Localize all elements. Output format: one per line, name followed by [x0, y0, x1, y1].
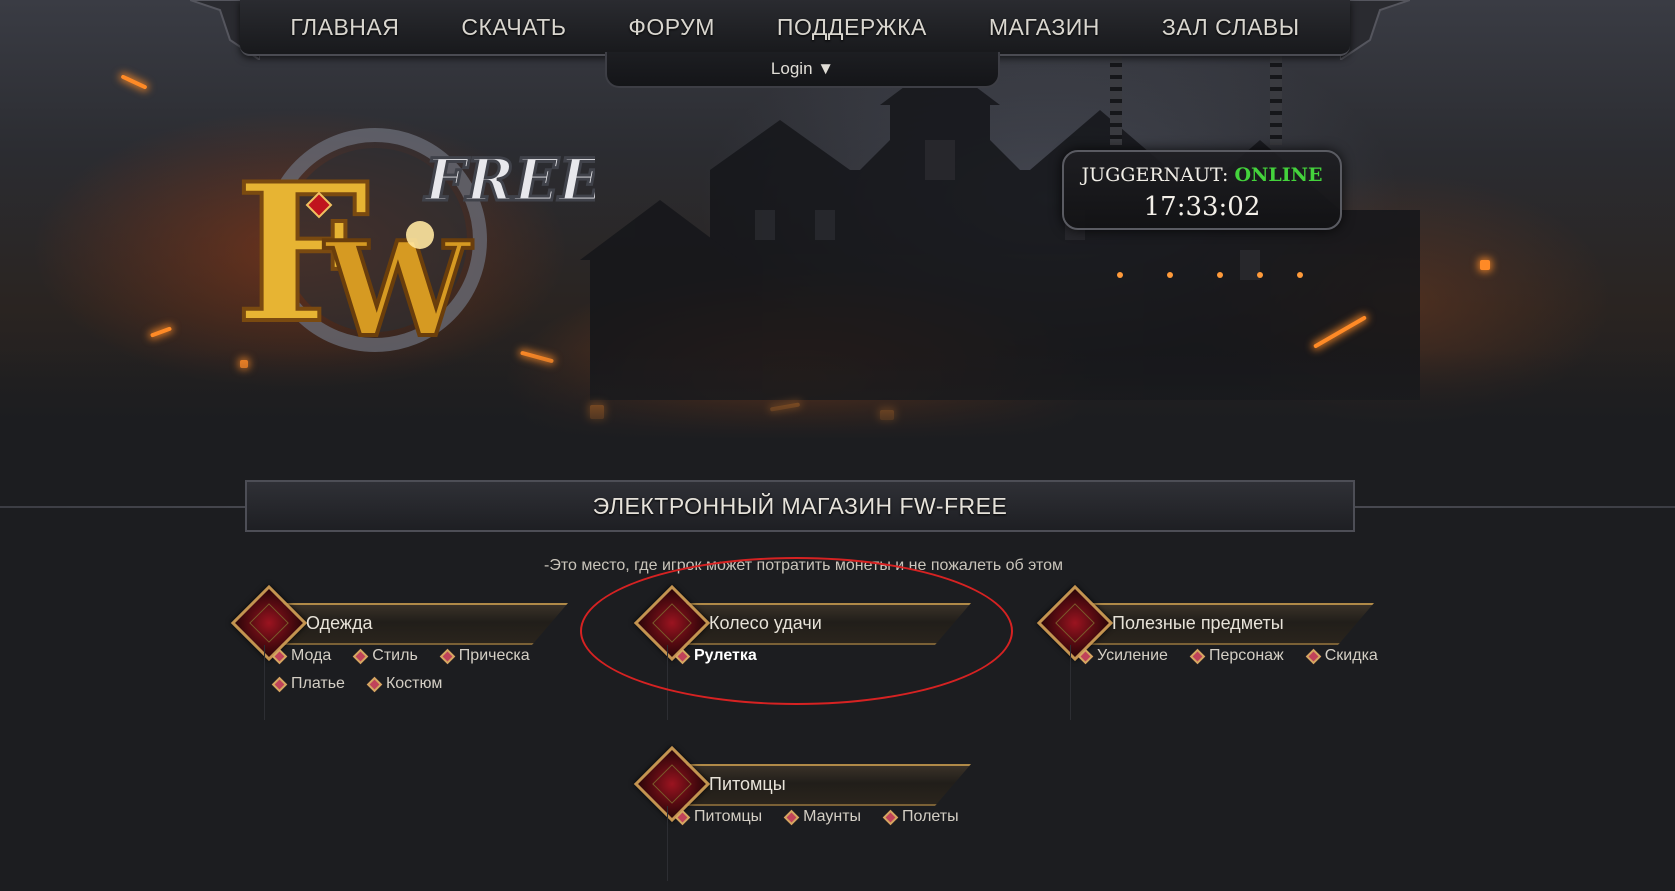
nav-hall-of-fame[interactable]: ЗАЛ СЛАВЫ [1162, 14, 1300, 41]
diamond-bullet-icon [271, 676, 288, 692]
link-label: Скидка [1324, 647, 1378, 664]
diamond-bullet-icon [882, 809, 899, 825]
shop-title: ЭЛЕКТРОННЫЙ МАГАЗИН FW-FREE [592, 493, 1008, 519]
main-nav: ГЛАВНАЯ СКАЧАТЬ ФОРУМ ПОДДЕРЖКА МАГАЗИН … [240, 0, 1350, 56]
link-enhancement[interactable]: Усиление [1077, 647, 1168, 665]
nav-home[interactable]: ГЛАВНАЯ [290, 14, 399, 41]
chain [1110, 55, 1122, 145]
link-roulette[interactable]: Рулетка [674, 647, 757, 665]
server-name: JUGGERNAUT: [1081, 164, 1229, 186]
category-pets: Питомцы Питомцы Маунты Полеты [633, 745, 999, 881]
diamond-bullet-icon [271, 648, 288, 664]
category-title[interactable]: Полезные предметы [1112, 613, 1284, 634]
diamond-bullet-icon [439, 648, 456, 664]
diamond-bullet-icon [674, 648, 691, 664]
category-wheel-of-fortune: Колесо удачи Рулетка [633, 584, 999, 720]
svg-text:FREE: FREE [423, 146, 595, 214]
banner-plate: ЭЛЕКТРОННЫЙ МАГАЗИН FW-FREE [245, 480, 1355, 532]
diamond-bullet-icon [1305, 648, 1322, 664]
diamond-bullet-icon [1189, 648, 1206, 664]
link-label: Стиль [372, 647, 418, 664]
category-links: Питомцы Маунты Полеты [674, 808, 987, 826]
link-label: Персонаж [1208, 647, 1284, 664]
fw-free-logo: F W FREE [233, 128, 595, 368]
category-links: Мода Стиль Прическа Платье Костюм [271, 647, 584, 693]
link-label: Платье [291, 675, 345, 692]
nav-support[interactable]: ПОДДЕРЖКА [777, 14, 927, 41]
link-label: Рулетка [694, 647, 757, 664]
server-status-line: JUGGERNAUT: ONLINE [1064, 164, 1340, 186]
ember [590, 405, 604, 419]
login-dropdown[interactable]: Login ▼ [771, 59, 834, 79]
link-costume[interactable]: Костюм [366, 675, 443, 693]
ember [240, 360, 248, 368]
ember [120, 74, 148, 90]
nav-download[interactable]: СКАЧАТЬ [461, 14, 566, 41]
diamond-bullet-icon [783, 809, 800, 825]
castle-illustration [580, 60, 1420, 400]
link-label: Полеты [902, 808, 959, 825]
nav-shop[interactable]: МАГАЗИН [989, 14, 1100, 41]
login-bar: Login ▼ [605, 52, 1000, 88]
category-clothing: Одежда Мода Стиль Прическа Платье Костюм [230, 584, 596, 720]
diamond-bullet-icon [366, 676, 383, 692]
category-useful-items: Полезные предметы Усиление Персонаж Скид… [1036, 584, 1402, 720]
svg-text:W: W [323, 213, 473, 366]
diamond-bullet-icon [674, 809, 691, 825]
link-hairstyle[interactable]: Прическа [439, 647, 530, 665]
ember [520, 350, 554, 364]
link-label: Маунты [803, 808, 862, 825]
link-character[interactable]: Персонаж [1189, 647, 1284, 665]
diamond-bullet-icon [353, 648, 369, 664]
ember [149, 326, 173, 338]
shop-banner: ЭЛЕКТРОННЫЙ МАГАЗИН FW-FREE [0, 480, 1675, 534]
server-time: 17:33:02 [1143, 192, 1261, 222]
link-label: Мода [291, 647, 332, 664]
link-discount[interactable]: Скидка [1305, 647, 1378, 665]
link-flights[interactable]: Полеты [882, 808, 959, 826]
server-online-status: ONLINE [1234, 164, 1323, 186]
nav-ornament-right [1340, 0, 1410, 60]
link-label: Усиление [1097, 647, 1168, 664]
link-label: Костюм [385, 675, 443, 692]
link-pets[interactable]: Питомцы [674, 808, 763, 826]
category-title[interactable]: Одежда [306, 613, 372, 634]
link-label: Питомцы [694, 808, 763, 825]
link-dress[interactable]: Платье [271, 675, 345, 693]
server-status-panel: JUGGERNAUT: ONLINE 17:33:02 [1062, 150, 1342, 230]
link-label: Прическа [458, 647, 530, 664]
category-title[interactable]: Питомцы [709, 774, 786, 795]
chain [1270, 55, 1282, 145]
category-links: Усиление Персонаж Скидка [1077, 647, 1390, 665]
category-title[interactable]: Колесо удачи [709, 613, 822, 634]
shop-subtitle: -Это место, где игрок может потратить мо… [544, 557, 1063, 574]
ember [769, 402, 801, 412]
diamond-bullet-icon [1077, 648, 1094, 664]
category-links: Рулетка [674, 647, 987, 665]
ember [1480, 260, 1490, 270]
link-style[interactable]: Стиль [353, 647, 418, 665]
link-fashion[interactable]: Мода [271, 647, 332, 665]
link-mounts[interactable]: Маунты [783, 808, 862, 826]
nav-forum[interactable]: ФОРУМ [628, 14, 714, 41]
ember [880, 410, 894, 420]
